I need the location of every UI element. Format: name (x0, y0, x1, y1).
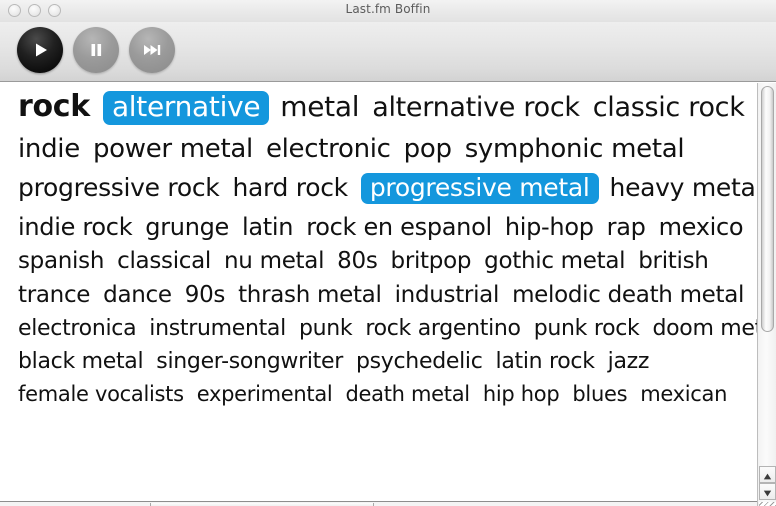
tag-item[interactable]: gothic metal (484, 250, 625, 273)
tag-row: electronica instrumental punk rock argentin… (18, 318, 747, 340)
tag-item[interactable]: symphonic metal (465, 136, 685, 162)
pause-button[interactable] (73, 27, 119, 73)
scroll-down-button[interactable] (759, 483, 776, 500)
tag-row: spanish classical nu metal 80s britpop gothic… (18, 250, 747, 273)
play-button[interactable] (17, 27, 63, 73)
tag-item[interactable]: hip-hop (505, 215, 594, 239)
tag-row: indie rock grunge latin rock en espanol hip-… (18, 215, 747, 239)
tag-item[interactable]: rock en espanol (306, 215, 492, 239)
application-window: Last.fm Boffin (0, 0, 776, 506)
content-area: rock alternative metal alternative rock clas… (0, 83, 757, 506)
tag-item[interactable]: progressive rock (18, 175, 219, 200)
tag-row: progressive rock hard rock progressive met… (18, 173, 747, 204)
play-icon (30, 40, 50, 60)
tag-item[interactable]: nu metal (224, 250, 324, 273)
vertical-scrollbar-thumb[interactable] (761, 86, 774, 332)
tag-item[interactable]: singer-songwriter (156, 351, 343, 373)
pause-icon (86, 40, 106, 60)
tag-item[interactable]: britpop (391, 250, 472, 273)
tag-item[interactable]: pop (404, 136, 452, 162)
tag-item[interactable]: mexican (640, 384, 727, 405)
tag-item[interactable]: mexico (659, 215, 744, 239)
tag-item[interactable]: latin (242, 215, 293, 239)
tag-item[interactable]: rap (607, 215, 646, 239)
window-resize-grip[interactable] (759, 502, 776, 506)
tag-row: black metal singer-songwriter psychedelic l… (18, 351, 747, 373)
tag-row: indie power metal electronic pop symphonic m… (18, 136, 747, 162)
tag-item[interactable]: power metal (93, 136, 253, 162)
tag-item[interactable]: latin rock (496, 351, 595, 373)
tag-item[interactable]: jazz (608, 351, 650, 373)
tag-item[interactable]: instrumental (149, 318, 286, 340)
tag-item-selected[interactable]: alternative (103, 91, 269, 125)
vertical-scrollbar-track[interactable] (758, 83, 776, 464)
tag-item[interactable]: female vocalists (18, 384, 184, 405)
tag-item[interactable]: hard rock (232, 175, 347, 200)
tag-item[interactable]: dance (103, 284, 172, 307)
title-bar: Last.fm Boffin (0, 0, 776, 22)
tag-item[interactable]: rock (18, 92, 90, 122)
tag-item[interactable]: metal (280, 93, 359, 121)
tag-item[interactable]: classic rock (593, 94, 745, 121)
toolbar (0, 22, 776, 82)
triangle-down-icon (763, 482, 772, 501)
tag-item[interactable]: british (638, 250, 708, 273)
tag-item[interactable]: trance (18, 284, 90, 307)
tag-item[interactable]: experimental (197, 384, 333, 405)
next-track-icon (141, 40, 163, 60)
tag-item[interactable]: grunge (145, 215, 229, 239)
tag-item[interactable]: electronic (266, 136, 391, 162)
tag-item[interactable]: heavy metal (610, 175, 757, 200)
tag-item[interactable]: indie (18, 136, 80, 162)
tag-item[interactable]: melodic death metal (512, 284, 744, 307)
tag-item[interactable]: indie rock (18, 215, 132, 239)
tag-item[interactable]: doom metal (652, 318, 757, 340)
tag-cloud: rock alternative metal alternative rock clas… (0, 83, 757, 405)
tag-item[interactable]: electronica (18, 318, 136, 340)
tag-item[interactable]: punk rock (534, 318, 640, 340)
tag-item[interactable]: punk (299, 318, 352, 340)
tag-item[interactable]: hip hop (483, 384, 560, 405)
horizontal-scrollbar[interactable] (0, 501, 757, 506)
transport-controls (17, 27, 175, 73)
tag-item[interactable]: spanish (18, 250, 104, 273)
tag-item[interactable]: alternative rock (372, 94, 580, 121)
tag-row: trance dance 90s thrash metal industrial melo… (18, 284, 747, 307)
tag-item[interactable]: rock argentino (365, 318, 520, 340)
tag-item[interactable]: thrash metal (238, 284, 381, 307)
next-track-button[interactable] (129, 27, 175, 73)
tag-row: rock alternative metal alternative rock clas… (18, 91, 747, 125)
tag-item[interactable]: death metal (345, 384, 469, 405)
tag-item[interactable]: industrial (395, 284, 499, 307)
vertical-scrollbar[interactable] (757, 83, 776, 506)
tag-item-selected[interactable]: progressive metal (361, 173, 599, 204)
tag-item[interactable]: 80s (337, 250, 377, 273)
tag-item[interactable]: psychedelic (356, 351, 483, 373)
tag-item[interactable]: 90s (185, 284, 225, 307)
tag-row: female vocalists experimental death metal h… (18, 384, 747, 405)
tag-item[interactable]: black metal (18, 351, 143, 373)
tag-item[interactable]: classical (117, 250, 211, 273)
window-title: Last.fm Boffin (0, 2, 776, 16)
tag-item[interactable]: blues (572, 384, 627, 405)
scroll-up-button[interactable] (759, 466, 776, 483)
